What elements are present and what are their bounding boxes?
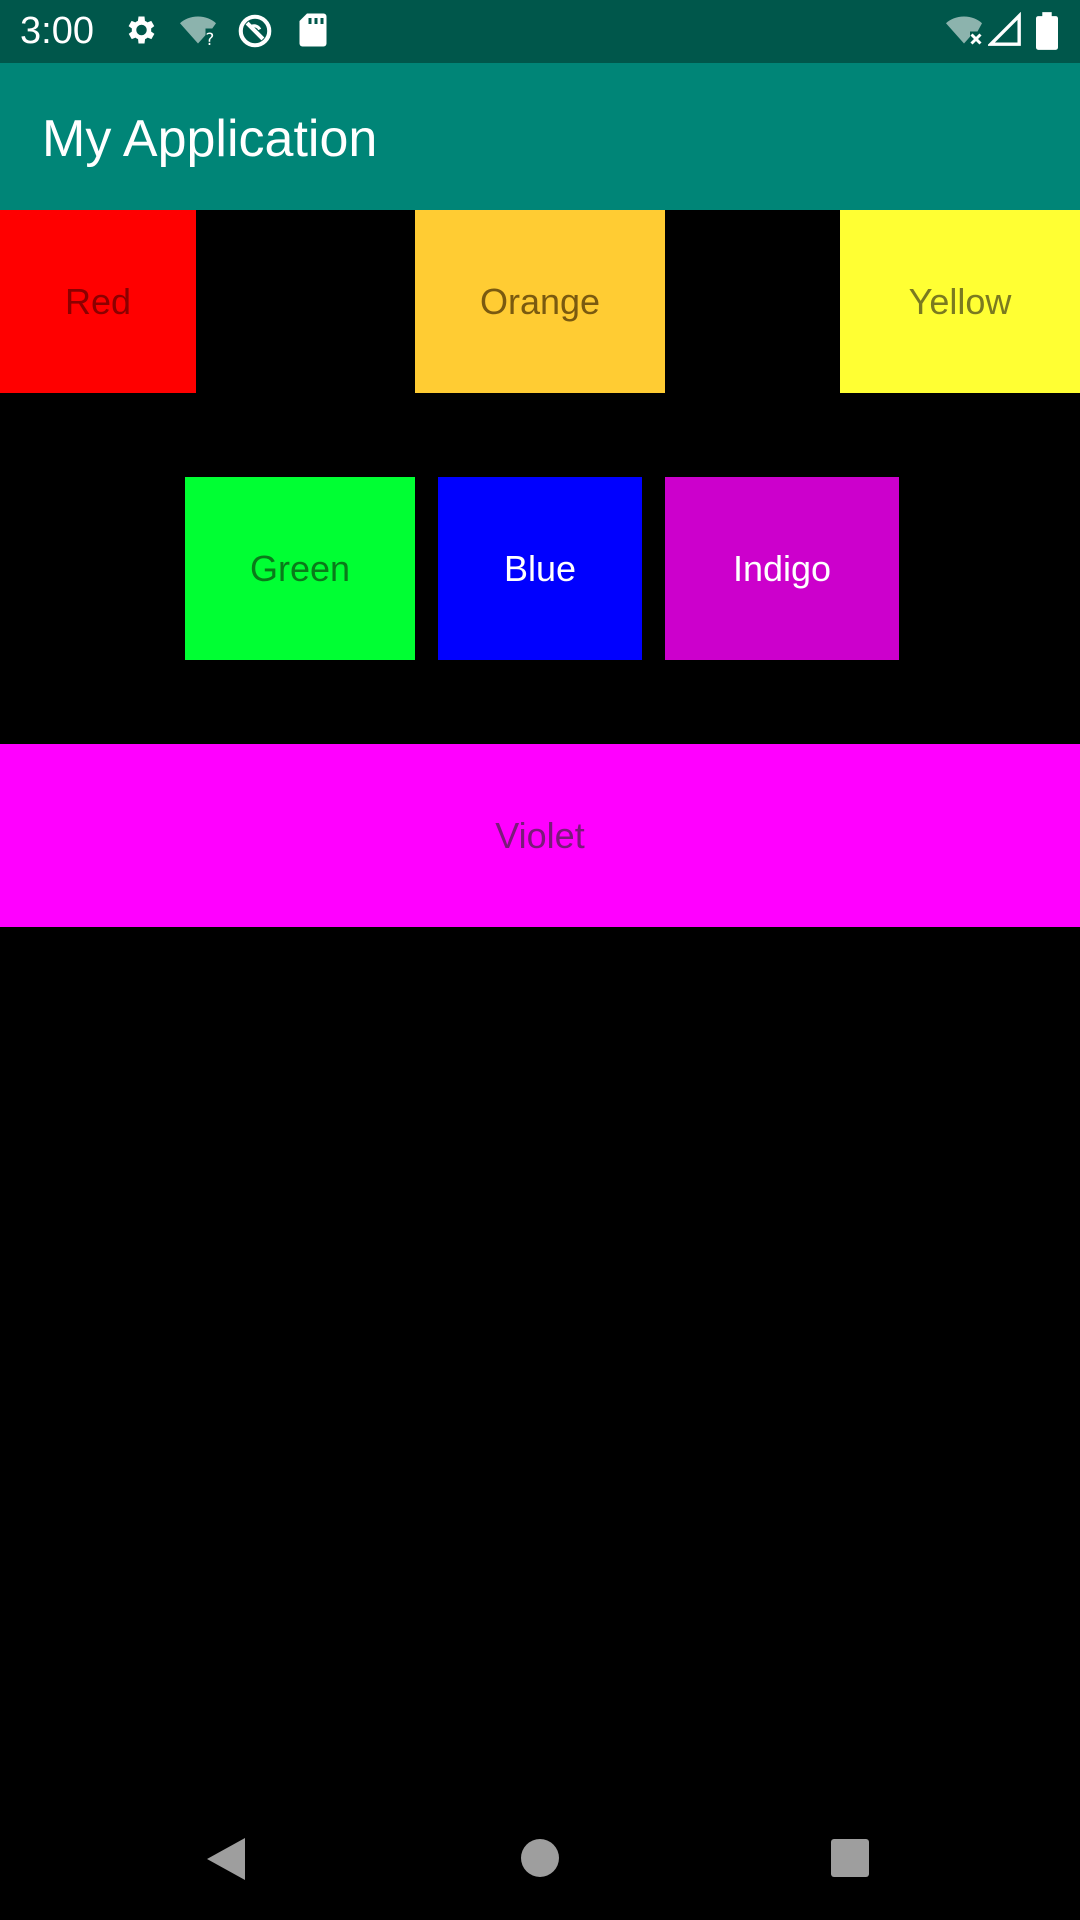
tile-orange[interactable]: Orange — [415, 210, 665, 393]
tile-indigo-label: Indigo — [732, 547, 832, 589]
signal-icon — [986, 11, 1022, 53]
status-time: 3:00 — [20, 10, 94, 52]
battery-icon — [1036, 12, 1058, 55]
tile-green[interactable]: Green — [185, 477, 415, 660]
tile-blue[interactable]: Blue — [438, 477, 642, 660]
svg-text:?: ? — [206, 30, 215, 48]
tile-green-label: Green — [249, 547, 351, 589]
sd-card-icon — [298, 12, 328, 53]
wifi-off-icon — [944, 12, 984, 53]
recents-icon[interactable] — [830, 1838, 870, 1883]
app-title: My Application — [42, 110, 378, 168]
tile-indigo[interactable]: Indigo — [665, 477, 899, 660]
app-bar: My Application — [0, 63, 1080, 210]
tile-blue-label: Blue — [503, 547, 577, 589]
tile-violet-label: Violet — [495, 814, 585, 856]
tile-yellow[interactable]: Yellow — [840, 210, 1080, 393]
back-icon[interactable] — [205, 1836, 247, 1887]
settings-icon — [122, 12, 158, 53]
home-icon[interactable] — [520, 1838, 560, 1883]
tile-red[interactable]: Red — [0, 210, 196, 393]
tile-yellow-label: Yellow — [908, 280, 1012, 322]
wifi-unknown-icon: ? — [178, 12, 218, 53]
navigation-bar — [0, 1800, 1080, 1920]
tile-violet[interactable]: Violet — [0, 744, 1080, 927]
status-bar: 3:00 ? — [0, 0, 1080, 63]
tile-red-label: Red — [64, 280, 132, 322]
tile-orange-label: Orange — [479, 280, 601, 322]
sync-blocked-icon — [236, 12, 274, 55]
